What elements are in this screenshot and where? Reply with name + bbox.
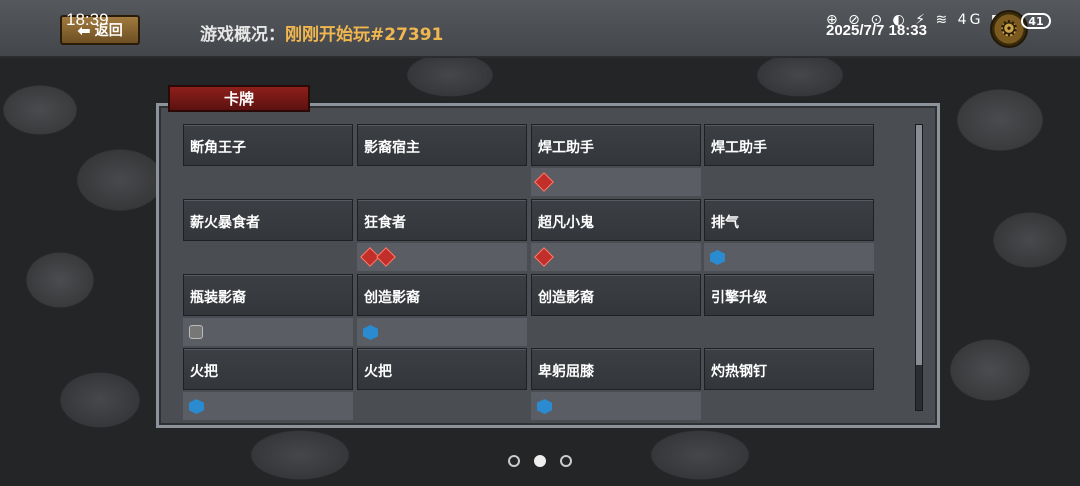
overview-value: 刚刚开始玩#27391 bbox=[285, 25, 444, 45]
card-item[interactable]: 火把 bbox=[357, 348, 527, 390]
card-tag-row bbox=[531, 243, 701, 271]
red-diamond-icon bbox=[376, 247, 396, 267]
card-grid: 断角王子 影裔宿主 焊工助手 焊工助手 薪火暴食者 狂食者 超凡小鬼 排气 瓶装影裔 创造影裔 创造… bbox=[183, 124, 880, 420]
card-item[interactable]: 创造影裔 bbox=[357, 274, 527, 316]
blue-hex-icon bbox=[537, 399, 552, 414]
card-item[interactable]: 超凡小鬼 bbox=[531, 199, 701, 241]
card-item[interactable]: 影裔宿主 bbox=[357, 124, 527, 166]
card-item[interactable]: 瓶装影裔 bbox=[183, 274, 353, 316]
card-item[interactable]: 断角王子 bbox=[183, 124, 353, 166]
scrollbar[interactable] bbox=[915, 124, 923, 411]
red-diamond-icon bbox=[534, 247, 554, 267]
card-tag-row bbox=[183, 318, 353, 346]
status-time: 18:39 bbox=[66, 10, 109, 29]
scroll-thumb[interactable] bbox=[916, 125, 922, 365]
game-overview: 游戏概况：刚刚开始玩#27391 bbox=[200, 20, 443, 45]
card-item[interactable]: 灼热钢钉 bbox=[704, 348, 874, 390]
top-bar: ⬅ 返回 18:39 游戏概况：刚刚开始玩#27391 ⊕ ⊘ ⊙ ◐ ⚡ ≋ … bbox=[0, 0, 1080, 58]
battery-indicator: 41 bbox=[1021, 13, 1051, 29]
card-item[interactable]: 创造影裔 bbox=[531, 274, 701, 316]
grey-gem-icon bbox=[189, 325, 203, 339]
blue-hex-icon bbox=[363, 325, 378, 340]
blue-hex-icon bbox=[710, 250, 725, 265]
page-dot[interactable] bbox=[534, 455, 546, 467]
card-item[interactable]: 焊工助手 bbox=[531, 124, 701, 166]
card-tag-row bbox=[357, 243, 527, 271]
red-diamond-icon bbox=[534, 172, 554, 192]
card-item[interactable]: 薪火暴食者 bbox=[183, 199, 353, 241]
tab-cards[interactable]: 卡牌 bbox=[168, 85, 310, 112]
card-tag-row bbox=[531, 392, 701, 420]
card-item[interactable]: 狂食者 bbox=[357, 199, 527, 241]
card-tag-row bbox=[704, 243, 874, 271]
card-item[interactable]: 卑躬屈膝 bbox=[531, 348, 701, 390]
card-tag-row bbox=[531, 168, 701, 196]
card-tag-row bbox=[357, 318, 527, 346]
card-item[interactable]: 排气 bbox=[704, 199, 874, 241]
page-dot[interactable] bbox=[508, 455, 520, 467]
overview-label: 游戏概况： bbox=[200, 25, 285, 45]
datetime: 2025/7/7 18:33 bbox=[826, 22, 927, 39]
card-item[interactable]: 焊工助手 bbox=[704, 124, 874, 166]
card-item[interactable]: 火把 bbox=[183, 348, 353, 390]
blue-hex-icon bbox=[189, 399, 204, 414]
page-indicator bbox=[508, 455, 572, 467]
card-item[interactable]: 引擎升级 bbox=[704, 274, 874, 316]
page-dot[interactable] bbox=[560, 455, 572, 467]
card-tag-row bbox=[183, 392, 353, 420]
